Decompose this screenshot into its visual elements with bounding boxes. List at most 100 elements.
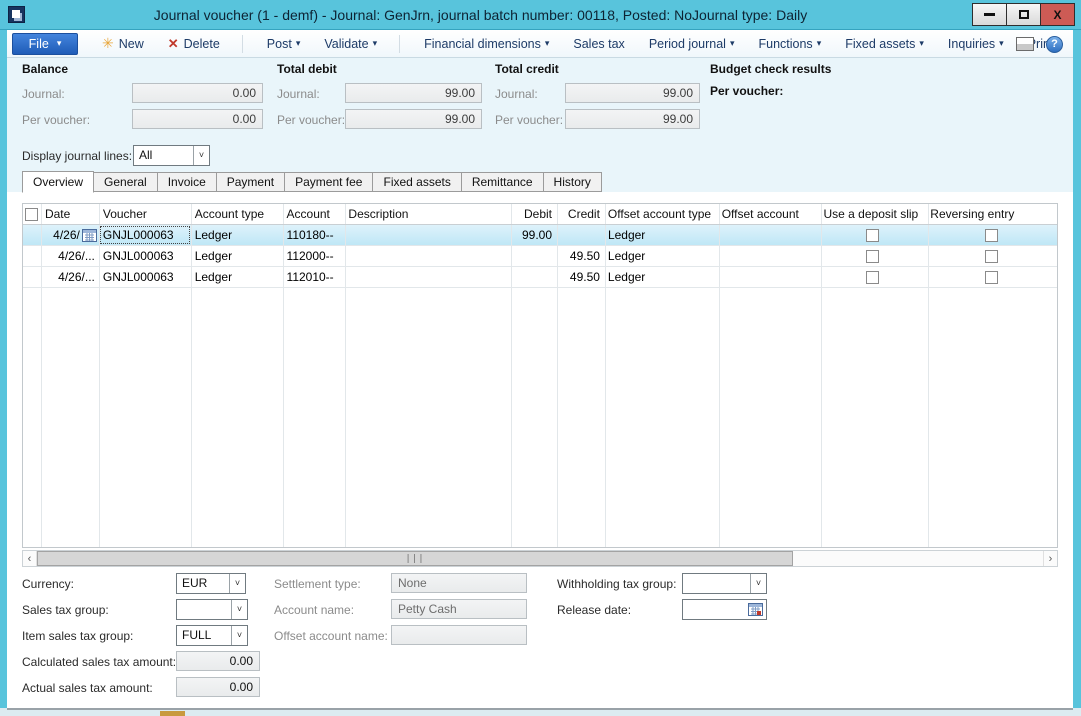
- col-header-reversing-entry[interactable]: Reversing entry: [926, 204, 1057, 224]
- description-cell[interactable]: [344, 246, 510, 266]
- row-select-cell[interactable]: [23, 246, 41, 266]
- grid-header-row: Date Voucher Account type Account Descri…: [23, 204, 1057, 224]
- col-header-debit[interactable]: Debit: [510, 204, 556, 224]
- date-cell[interactable]: 4/26/: [41, 225, 99, 245]
- use-deposit-slip-checkbox[interactable]: [866, 250, 879, 263]
- delete-button[interactable]: ✕ Delete: [168, 36, 220, 52]
- tab-payment[interactable]: Payment: [217, 172, 285, 192]
- voucher-cell[interactable]: GNJL000063: [99, 225, 191, 245]
- menu-financial-dimensions[interactable]: Financial dimensions ▾: [424, 37, 549, 51]
- item-sales-tax-group-select[interactable]: FULL ˅: [176, 625, 248, 646]
- col-header-offset-account-type[interactable]: Offset account type: [604, 204, 718, 224]
- reversing-entry-checkbox[interactable]: [985, 271, 998, 284]
- table-row[interactable]: 4/26/... GNJL000063 Ledger 112000-- 49.5…: [23, 246, 1057, 266]
- use-deposit-slip-checkbox[interactable]: [866, 271, 879, 284]
- debit-per-voucher-field: 99.00: [345, 109, 482, 129]
- menu-inquiries[interactable]: Inquiries ▾: [948, 37, 1004, 51]
- tab-history[interactable]: History: [544, 172, 602, 192]
- tab-overview[interactable]: Overview: [22, 171, 94, 193]
- credit-cell[interactable]: 49.50: [556, 267, 604, 287]
- window-layout-icon[interactable]: [1016, 37, 1034, 51]
- offset-account-type-cell[interactable]: Ledger: [604, 225, 718, 245]
- account-cell[interactable]: 110180--: [283, 225, 345, 245]
- col-header-account[interactable]: Account: [283, 204, 345, 224]
- tab-general[interactable]: General: [94, 172, 158, 192]
- tab-payment-fee[interactable]: Payment fee: [285, 172, 373, 192]
- debit-cell[interactable]: [510, 267, 556, 287]
- calendar-icon[interactable]: [748, 603, 763, 616]
- sales-tax-group-select[interactable]: ˅: [176, 599, 248, 620]
- col-header-offset-account[interactable]: Offset account: [718, 204, 820, 224]
- col-header-credit[interactable]: Credit: [556, 204, 604, 224]
- col-header-use-deposit-slip[interactable]: Use a deposit slip: [820, 204, 927, 224]
- description-cell[interactable]: [344, 267, 510, 287]
- date-cell[interactable]: 4/26/...: [41, 267, 99, 287]
- tab-fixed-assets[interactable]: Fixed assets: [373, 172, 461, 192]
- actual-sales-tax-amount-field: 0.00: [176, 677, 260, 697]
- col-header-description[interactable]: Description: [344, 204, 510, 224]
- menu-sales-tax[interactable]: Sales tax: [573, 37, 624, 51]
- offset-account-cell[interactable]: [718, 225, 820, 245]
- menu-period-journal[interactable]: Period journal ▾: [649, 37, 735, 51]
- debit-cell[interactable]: [510, 246, 556, 266]
- description-cell[interactable]: [344, 225, 510, 245]
- withholding-tax-group-select[interactable]: ˅: [682, 573, 767, 594]
- col-header-date[interactable]: Date: [41, 204, 99, 224]
- debit-cell[interactable]: 99.00: [510, 225, 556, 245]
- offset-account-cell[interactable]: [718, 267, 820, 287]
- account-type-cell[interactable]: Ledger: [191, 267, 283, 287]
- calendar-icon[interactable]: [82, 229, 97, 242]
- account-cell[interactable]: 112000--: [283, 246, 345, 266]
- account-type-cell[interactable]: Ledger: [191, 246, 283, 266]
- file-label: File: [29, 37, 49, 51]
- release-date-field[interactable]: [682, 599, 767, 620]
- menu-validate[interactable]: Validate ▾: [324, 37, 377, 51]
- horizontal-scrollbar[interactable]: ‹ ||| ›: [22, 550, 1058, 567]
- voucher-cell[interactable]: GNJL000063: [99, 267, 191, 287]
- tab-invoice[interactable]: Invoice: [158, 172, 217, 192]
- close-button[interactable]: X: [1040, 3, 1075, 26]
- new-button[interactable]: ✳ New: [102, 35, 144, 52]
- account-type-cell[interactable]: Ledger: [191, 225, 283, 245]
- col-header-account-type[interactable]: Account type: [191, 204, 283, 224]
- chevron-down-icon: ˅: [231, 600, 247, 619]
- date-cell[interactable]: 4/26/...: [41, 246, 99, 266]
- minimize-button[interactable]: [972, 3, 1007, 26]
- credit-cell[interactable]: 49.50: [556, 246, 604, 266]
- reversing-entry-checkbox[interactable]: [985, 250, 998, 263]
- col-header-voucher[interactable]: Voucher: [99, 204, 191, 224]
- minimize-icon: [984, 13, 995, 16]
- file-menu-button[interactable]: File ▾: [12, 33, 78, 55]
- account-cell[interactable]: 112010--: [283, 267, 345, 287]
- credit-journal-label: Journal:: [495, 87, 538, 101]
- menu-fixed-assets[interactable]: Fixed assets ▾: [845, 37, 924, 51]
- help-icon[interactable]: ?: [1046, 36, 1063, 53]
- calculated-sales-tax-amount-label: Calculated sales tax amount:: [22, 655, 176, 669]
- row-select-cell[interactable]: [23, 267, 41, 287]
- reversing-entry-cell: [926, 246, 1057, 266]
- offset-account-cell[interactable]: [718, 246, 820, 266]
- credit-cell[interactable]: [556, 225, 604, 245]
- toolbar-separator: [242, 35, 243, 53]
- menu-post[interactable]: Post ▾: [267, 37, 301, 51]
- offset-account-type-cell[interactable]: Ledger: [604, 267, 718, 287]
- offset-account-type-cell[interactable]: Ledger: [604, 246, 718, 266]
- table-row[interactable]: 4/26/ GNJL000063 Ledger 110180-- 99.00 L…: [23, 225, 1057, 245]
- table-row[interactable]: 4/26/... GNJL000063 Ledger 112010-- 49.5…: [23, 267, 1057, 287]
- row-select-cell[interactable]: [23, 225, 41, 245]
- scroll-left-arrow[interactable]: ‹: [23, 551, 37, 566]
- display-journal-lines-select[interactable]: All ˅: [133, 145, 210, 166]
- currency-select[interactable]: EUR ˅: [176, 573, 246, 594]
- reversing-entry-checkbox[interactable]: [985, 229, 998, 242]
- use-deposit-slip-checkbox[interactable]: [866, 229, 879, 242]
- voucher-cell[interactable]: GNJL000063: [99, 246, 191, 266]
- maximize-button[interactable]: [1006, 3, 1041, 26]
- tab-remittance[interactable]: Remittance: [462, 172, 544, 192]
- select-all-checkbox[interactable]: [25, 208, 38, 221]
- menu-functions[interactable]: Functions ▾: [758, 37, 821, 51]
- chevron-down-icon: ˅: [229, 574, 245, 593]
- total-debit-section-title: Total debit: [277, 62, 337, 76]
- chevron-down-icon: ▾: [373, 38, 378, 49]
- scroll-right-arrow[interactable]: ›: [1043, 551, 1057, 566]
- scrollbar-thumb[interactable]: |||: [37, 551, 793, 566]
